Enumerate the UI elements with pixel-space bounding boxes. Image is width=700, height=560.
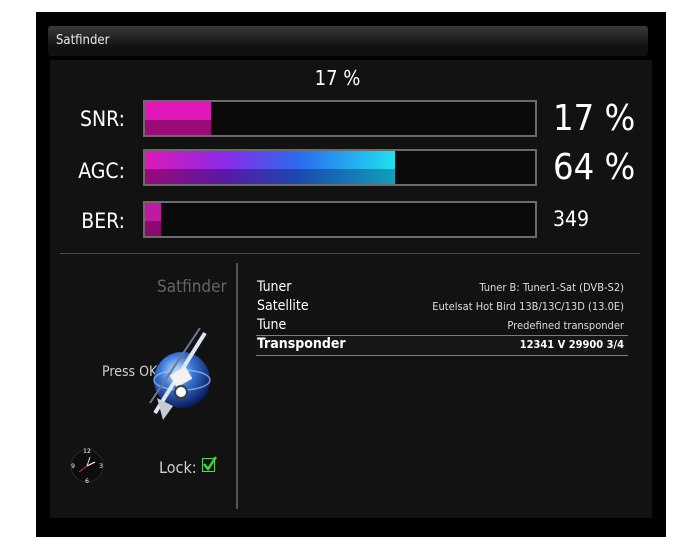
agc-label: AGC: bbox=[78, 159, 125, 183]
ber-meter-fill bbox=[145, 203, 161, 236]
info-value: Predefined transponder bbox=[507, 319, 624, 332]
svg-text:12: 12 bbox=[83, 448, 91, 455]
info-key: Tuner bbox=[257, 279, 292, 295]
agc-value: 64 % bbox=[553, 147, 636, 188]
window-titlebar: Satfinder bbox=[48, 26, 648, 56]
svg-text:3: 3 bbox=[99, 463, 103, 470]
info-value: Tuner B: Tuner1-Sat (DVB-S2) bbox=[479, 281, 624, 294]
info-key: Satellite bbox=[257, 298, 309, 314]
ber-label: BER: bbox=[81, 209, 125, 233]
lock-checkbox bbox=[202, 456, 217, 472]
snr-meter bbox=[143, 100, 537, 137]
vertical-divider bbox=[236, 263, 238, 509]
agc-meter-fill bbox=[145, 151, 395, 184]
info-key: Transponder bbox=[257, 336, 346, 352]
lock-label: Lock: bbox=[159, 458, 197, 477]
satfinder-plugin-title: Satfinder bbox=[157, 277, 227, 297]
snr-meter-fill bbox=[145, 102, 212, 135]
info-row-satellite[interactable]: Satellite Eutelsat Hot Bird 13B/13C/13D … bbox=[256, 298, 628, 317]
svg-text:6: 6 bbox=[85, 478, 89, 485]
satfinder-panel: 17 % SNR: 17 % AGC: 64 % BER: 349 Satfin… bbox=[50, 60, 652, 518]
info-key: Tune bbox=[257, 317, 287, 333]
svg-text:9: 9 bbox=[71, 463, 75, 470]
signal-percent-header: 17 % bbox=[314, 66, 361, 90]
snr-label: SNR: bbox=[80, 107, 125, 131]
satellite-globe-icon bbox=[145, 327, 215, 428]
agc-meter bbox=[143, 149, 537, 186]
info-value: 12341 V 29900 3/4 bbox=[519, 338, 624, 351]
info-row-tune[interactable]: Tune Predefined transponder bbox=[256, 317, 628, 336]
info-row-tuner[interactable]: Tuner Tuner B: Tuner1-Sat (DVB-S2) bbox=[256, 279, 628, 298]
window-title: Satfinder bbox=[56, 33, 110, 48]
info-value: Eutelsat Hot Bird 13B/13C/13D (13.0E) bbox=[432, 300, 624, 313]
ber-meter bbox=[143, 201, 537, 238]
horizontal-divider bbox=[60, 253, 640, 254]
analog-clock-icon: 12 3 6 9 bbox=[68, 443, 106, 487]
snr-value: 17 % bbox=[553, 98, 636, 139]
info-row-transponder-selected[interactable]: Transponder 12341 V 29900 3/4 bbox=[256, 335, 628, 356]
ber-value: 349 bbox=[553, 207, 590, 231]
